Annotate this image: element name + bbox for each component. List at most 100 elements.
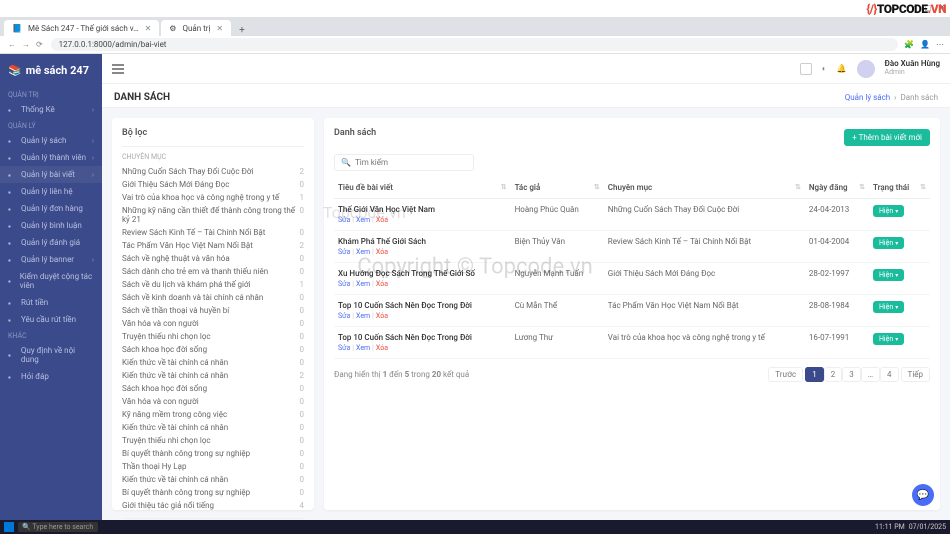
category-filter-item[interactable]: Kiến thức về tài chính cá nhân0 [122, 473, 304, 486]
category-filter-item[interactable]: Sách về du lịch và khám phá thế giới1 [122, 278, 304, 291]
pager-page[interactable]: 2 [824, 367, 843, 382]
row-view-link[interactable]: Xem [356, 312, 370, 320]
column-header[interactable]: Trạng thái⇅ [869, 177, 930, 199]
search-box[interactable]: 🔍 [334, 154, 474, 171]
pager-page[interactable]: 1 [805, 367, 824, 382]
sidebar-item[interactable]: ▪Yêu cầu rút tiền [0, 311, 102, 328]
new-tab-button[interactable]: + [233, 25, 251, 36]
theme-toggle-icon[interactable]: ◐ [822, 64, 827, 73]
category-filter-item[interactable]: Văn hóa và con người0 [122, 317, 304, 330]
category-filter-item[interactable]: Truyện thiếu nhi chọn lọc0 [122, 434, 304, 447]
column-header[interactable]: Ngày đăng⇅ [805, 177, 869, 199]
category-filter-item[interactable]: Sách dành cho trẻ em và thanh thiếu niên… [122, 265, 304, 278]
start-button[interactable] [4, 522, 14, 532]
category-filter-item[interactable]: Kiến thức về tài chính cá nhân2 [122, 369, 304, 382]
pager-page[interactable]: … [861, 367, 880, 382]
row-view-link[interactable]: Xem [356, 248, 370, 256]
sidebar-item[interactable]: ▪Thống Kê› [0, 101, 102, 118]
row-view-link[interactable]: Xem [356, 344, 370, 352]
tab-close-icon[interactable]: ✕ [216, 24, 223, 33]
category-filter-item[interactable]: Những Cuốn Sách Thay Đổi Cuộc Đời2 [122, 165, 304, 178]
category-filter-item[interactable]: Bí quyết thành công trong sự nghiệp0 [122, 486, 304, 499]
add-post-button[interactable]: + Thêm bài viết mới [844, 129, 930, 146]
status-badge[interactable]: Hiện ▾ [873, 269, 904, 281]
row-edit-link[interactable]: Sửa [338, 344, 350, 352]
row-delete-link[interactable]: Xóa [376, 344, 388, 352]
nav-reload-icon[interactable]: ⟳ [36, 40, 43, 49]
row-edit-link[interactable]: Sửa [338, 216, 350, 224]
avatar[interactable] [857, 60, 875, 78]
pager-page[interactable]: 4 [880, 367, 899, 382]
status-badge[interactable]: Hiện ▾ [873, 301, 904, 313]
category-filter-item[interactable]: Tác Phẩm Văn Học Việt Nam Nổi Bật2 [122, 239, 304, 252]
column-header[interactable]: Chuyên mục⇅ [604, 177, 805, 199]
sidebar-item[interactable]: ▪Quản lý thành viên› [0, 149, 102, 166]
status-badge[interactable]: Hiện ▾ [873, 333, 904, 345]
taskbar-search[interactable]: 🔍 Type here to search [18, 522, 98, 532]
status-badge[interactable]: Hiện ▾ [873, 237, 904, 249]
sidebar-item[interactable]: ▪Quản lý đơn hàng [0, 200, 102, 217]
chat-fab[interactable]: 💬 [912, 484, 934, 506]
row-view-link[interactable]: Xem [356, 280, 370, 288]
category-filter-item[interactable]: Sách khoa học đời sống0 [122, 382, 304, 395]
pager-next[interactable]: Tiếp [901, 367, 930, 382]
search-input[interactable] [355, 158, 467, 167]
category-filter-item[interactable]: Truyện thiếu nhi chọn lọc0 [122, 330, 304, 343]
category-filter-item[interactable]: Review Sách Kinh Tế – Tài Chính Nổi Bật0 [122, 226, 304, 239]
extensions-icon[interactable]: 🧩 [904, 40, 914, 49]
brand-logo[interactable]: 📚 mê sách 247 [0, 60, 102, 87]
sidebar-item[interactable]: ▪Hỏi đáp [0, 368, 102, 385]
tab-close-icon[interactable]: ✕ [145, 24, 152, 33]
category-filter-item[interactable]: Thần thoại Hy Lạp0 [122, 460, 304, 473]
row-delete-link[interactable]: Xóa [376, 312, 388, 320]
sidebar-item[interactable]: ▪Quản lý bình luận [0, 217, 102, 234]
sidebar-item[interactable]: ▪Quản lý banner› [0, 251, 102, 268]
category-filter-item[interactable]: Kỹ năng mềm trong công việc0 [122, 408, 304, 421]
row-edit-link[interactable]: Sửa [338, 312, 350, 320]
tray-date[interactable]: 07/01/2025 [909, 523, 946, 531]
row-edit-link[interactable]: Sửa [338, 280, 350, 288]
pager-page[interactable]: 3 [842, 367, 861, 382]
breadcrumb-root[interactable]: Quản lý sách [845, 93, 890, 102]
menu-icon[interactable]: ⋯ [936, 40, 944, 49]
category-filter-item[interactable]: Những kỹ năng cần thiết để thành công tr… [122, 204, 304, 226]
category-filter-item[interactable]: Sách về thần thoại và huyền bí0 [122, 304, 304, 317]
nav-forward-icon[interactable]: → [22, 40, 30, 49]
sidebar-item[interactable]: ▪Quy định về nội dung [0, 342, 102, 368]
category-filter-item[interactable]: Kiến thức về tài chính cá nhân0 [122, 421, 304, 434]
category-filter-item[interactable]: Sách về nghệ thuật và văn hóa0 [122, 252, 304, 265]
row-delete-link[interactable]: Xóa [376, 280, 388, 288]
row-view-link[interactable]: Xem [356, 216, 370, 224]
tray-time[interactable]: 11:11 PM [875, 523, 905, 531]
sidebar-item[interactable]: ▪Rút tiền [0, 294, 102, 311]
row-edit-link[interactable]: Sửa [338, 248, 350, 256]
row-delete-link[interactable]: Xóa [376, 216, 388, 224]
pager-prev[interactable]: Trước [768, 367, 803, 382]
sidebar-item[interactable]: ▪Quản lý sách› [0, 132, 102, 149]
nav-back-icon[interactable]: ← [8, 40, 16, 49]
notifications-icon[interactable]: 🔔 [837, 64, 847, 73]
category-filter-item[interactable]: Kiến thức về tài chính cá nhân0 [122, 356, 304, 369]
category-filter-item[interactable]: Giới Thiệu Sách Mới Đáng Đọc0 [122, 178, 304, 191]
fullscreen-icon[interactable] [800, 63, 812, 75]
column-header[interactable]: Tác giả⇅ [511, 177, 604, 199]
category-filter-item[interactable]: Sách về kinh doanh và tài chính cá nhân0 [122, 291, 304, 304]
sidebar-item[interactable]: ▪Quản lý bài viết› [0, 166, 102, 183]
category-filter-item[interactable]: Văn hóa và con người0 [122, 395, 304, 408]
status-badge[interactable]: Hiện ▾ [873, 205, 904, 217]
category-filter-item[interactable]: Sách khoa học đời sống0 [122, 343, 304, 356]
browser-tab-0[interactable]: 📘 Mê Sách 247 - Thế giới sách v… ✕ [4, 20, 159, 36]
sidebar-item[interactable]: ▪Quản lý đánh giá [0, 234, 102, 251]
row-delete-link[interactable]: Xóa [376, 248, 388, 256]
browser-tab-1[interactable]: ⚙ Quản trị ✕ [161, 20, 231, 36]
sidebar-item[interactable]: ▪Kiểm duyệt cộng tác viên [0, 268, 102, 294]
column-header[interactable]: Tiêu đề bài viết⇅ [334, 177, 511, 199]
sidebar-item[interactable]: ▪Quản lý liên hệ [0, 183, 102, 200]
category-filter-item[interactable]: Vai trò của khoa học và công nghệ trong … [122, 191, 304, 204]
user-menu[interactable]: Đào Xuân Hùng Admin [885, 60, 941, 76]
hamburger-icon[interactable] [112, 64, 124, 74]
category-filter-item[interactable]: Giới thiệu tác giả nổi tiếng4 [122, 499, 304, 512]
profile-icon[interactable]: 👤 [920, 40, 930, 49]
address-bar[interactable]: 127.0.0.1:8000/admin/bai-viet [51, 38, 898, 51]
category-filter-item[interactable]: Bí quyết thành công trong sự nghiệp0 [122, 447, 304, 460]
